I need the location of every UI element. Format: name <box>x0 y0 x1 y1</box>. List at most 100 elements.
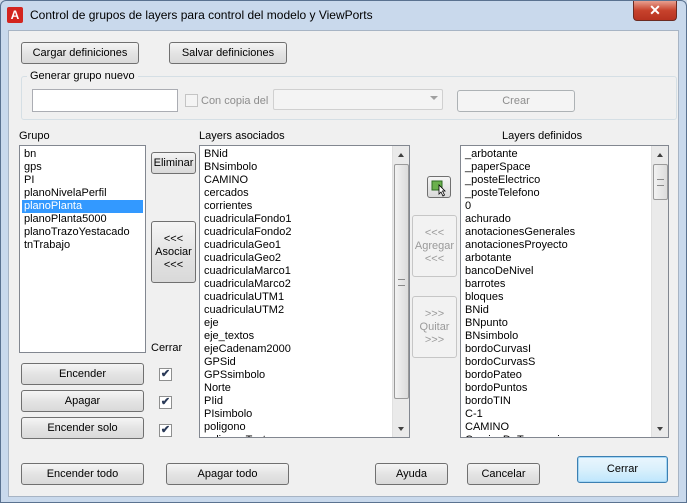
associated-layer-item[interactable]: Norte <box>202 382 390 395</box>
copy-source-select[interactable] <box>273 89 443 110</box>
group-list-item[interactable]: PI <box>22 174 143 187</box>
scroll-up-arrow-icon[interactable] <box>652 146 668 163</box>
delete-group-button[interactable]: Eliminar <box>151 152 196 174</box>
associated-layer-item[interactable]: cuadriculaFondo1 <box>202 213 390 226</box>
add-arrow-bottom: <<< <box>424 252 445 265</box>
copy-from-checkbox[interactable] <box>185 94 198 107</box>
scroll-down-arrow-icon[interactable] <box>393 420 409 437</box>
defined-layer-item[interactable]: _posteElectrico <box>463 174 649 187</box>
group-list-item[interactable]: tnTrabajo <box>22 239 143 252</box>
defined-layer-item[interactable]: arbotante <box>463 252 649 265</box>
turn-on-button[interactable]: Encender <box>21 363 144 385</box>
group-list-item[interactable]: bn <box>22 148 143 161</box>
defined-layer-item[interactable]: bordoPuntos <box>463 382 649 395</box>
defined-layer-item[interactable]: anotacionesProyecto <box>463 239 649 252</box>
associated-layer-item[interactable]: PIsimbolo <box>202 408 390 421</box>
pick-layer-button[interactable] <box>427 176 451 198</box>
associated-layers-list[interactable]: BNid BNsimbolo CAMINO cercados corrientes cua… <box>199 145 410 438</box>
defined-layer-item[interactable]: bordoCurvasI <box>463 343 649 356</box>
associated-layer-item[interactable]: poligono <box>202 421 390 434</box>
defined-layer-item[interactable]: _posteTelefono <box>463 187 649 200</box>
associated-layer-item[interactable]: poligonoTextos <box>202 434 390 437</box>
turn-all-on-button[interactable]: Encender todo <box>21 463 144 485</box>
associated-layer-item[interactable]: cuadriculaUTM2 <box>202 304 390 317</box>
remove-layer-button[interactable]: >>> Quitar >>> <box>412 296 457 358</box>
associate-arrow-top: <<< <box>163 232 184 245</box>
associated-layer-item[interactable]: CAMINO <box>202 174 390 187</box>
associated-layer-item[interactable]: GPSsimbolo <box>202 369 390 382</box>
associated-layer-item[interactable]: PIid <box>202 395 390 408</box>
turn-all-off-button[interactable]: Apagar todo <box>166 463 289 485</box>
dialog-window: A Control de grupos de layers para contr… <box>0 0 687 503</box>
defined-layer-item[interactable]: bordoPateo <box>463 369 649 382</box>
load-definitions-button[interactable]: Cargar definiciones <box>21 42 139 64</box>
defined-layer-item[interactable]: barrotes <box>463 278 649 291</box>
defined-layer-item[interactable]: _arbotante <box>463 148 649 161</box>
associated-layer-item[interactable]: BNid <box>202 148 390 161</box>
group-list-item[interactable]: planoPlanta5000 <box>22 213 143 226</box>
defined-layer-item[interactable]: 0 <box>463 200 649 213</box>
save-definitions-button[interactable]: Salvar definiciones <box>169 42 287 64</box>
defined-layer-item[interactable]: _paperSpace <box>463 161 649 174</box>
scroll-thumb[interactable] <box>394 164 409 399</box>
defined-layer-item[interactable]: bloques <box>463 291 649 304</box>
group-list[interactable]: bn gps PI planoNivelaPerfil planoPlanta plano… <box>19 145 146 353</box>
defined-layer-item[interactable]: BNid <box>463 304 649 317</box>
defined-layer-item[interactable]: CAMINO <box>463 421 649 434</box>
associated-layer-item[interactable]: cuadriculaMarco2 <box>202 278 390 291</box>
defined-layer-item[interactable]: BNpunto <box>463 317 649 330</box>
associate-arrow-bottom: <<< <box>163 258 184 271</box>
associated-layer-item[interactable]: BNsimbolo <box>202 161 390 174</box>
defined-layers-scrollbar[interactable] <box>651 146 668 437</box>
defined-layer-item[interactable]: anotacionesGenerales <box>463 226 649 239</box>
chevron-down-icon <box>430 96 438 100</box>
scroll-down-arrow-icon[interactable] <box>652 420 668 437</box>
add-label: Agregar <box>414 239 455 252</box>
defined-layer-item[interactable]: bordoCurvasS <box>463 356 649 369</box>
defined-layer-item[interactable]: BNsimbolo <box>463 330 649 343</box>
turn-off-close-checkbox[interactable]: ✔ <box>159 396 172 409</box>
associated-layer-item[interactable]: cuadriculaGeo1 <box>202 239 390 252</box>
associated-layer-item[interactable]: cuadriculaGeo2 <box>202 252 390 265</box>
window-close-button[interactable]: ✕ <box>633 1 677 21</box>
turn-on-close-checkbox[interactable]: ✔ <box>159 368 172 381</box>
cancel-button[interactable]: Cancelar <box>467 463 540 485</box>
defined-layer-item[interactable]: C-1 <box>463 408 649 421</box>
defined-layer-item[interactable]: achurado <box>463 213 649 226</box>
defined-layers-list[interactable]: _arbotante _paperSpace _posteElectrico _pos… <box>460 145 669 438</box>
associated-layers-scrollbar[interactable] <box>392 146 409 437</box>
group-list-item[interactable]: planoNivelaPerfil <box>22 187 143 200</box>
window-title: Control de grupos de layers para control… <box>30 8 373 22</box>
help-button[interactable]: Ayuda <box>375 463 448 485</box>
group-list-item[interactable]: planoTrazoYestacado <box>22 226 143 239</box>
turn-on-only-close-checkbox[interactable]: ✔ <box>159 424 172 437</box>
turn-on-only-button[interactable]: Encender solo <box>21 417 144 439</box>
associated-layer-item[interactable]: cuadriculaFondo2 <box>202 226 390 239</box>
associated-layer-item[interactable]: cuadriculaUTM1 <box>202 291 390 304</box>
pick-layer-icon <box>431 180 446 197</box>
associated-layer-item[interactable]: ejeCadenam2000 <box>202 343 390 356</box>
group-name-input[interactable] <box>32 89 178 112</box>
create-group-button[interactable]: Crear <box>457 90 575 112</box>
scroll-up-arrow-icon[interactable] <box>393 146 409 163</box>
group-list-item[interactable]: planoPlanta <box>22 200 143 213</box>
associated-layer-item[interactable]: cuadriculaMarco1 <box>202 265 390 278</box>
title-bar[interactable]: A Control de grupos de layers para contr… <box>1 1 686 29</box>
group-list-items: bn gps PI planoNivelaPerfil planoPlanta plano… <box>22 148 143 252</box>
turn-off-button[interactable]: Apagar <box>21 390 144 412</box>
defined-layer-item[interactable]: CaminoDeTerraceria <box>463 434 649 437</box>
associated-layer-item[interactable]: eje <box>202 317 390 330</box>
autocad-app-icon: A <box>7 7 23 23</box>
defined-layers-items: _arbotante _paperSpace _posteElectrico _pos… <box>463 148 649 437</box>
associated-layer-item[interactable]: GPSid <box>202 356 390 369</box>
associated-layer-item[interactable]: cercados <box>202 187 390 200</box>
associated-layer-item[interactable]: eje_textos <box>202 330 390 343</box>
defined-layer-item[interactable]: bordoTIN <box>463 395 649 408</box>
group-list-item[interactable]: gps <box>22 161 143 174</box>
add-layer-button[interactable]: <<< Agregar <<< <box>412 215 457 277</box>
defined-layer-item[interactable]: bancoDeNivel <box>463 265 649 278</box>
close-button[interactable]: Cerrar <box>577 456 668 483</box>
associate-button[interactable]: <<< Asociar <<< <box>151 221 196 283</box>
associated-layer-item[interactable]: corrientes <box>202 200 390 213</box>
scroll-thumb[interactable] <box>653 164 668 200</box>
